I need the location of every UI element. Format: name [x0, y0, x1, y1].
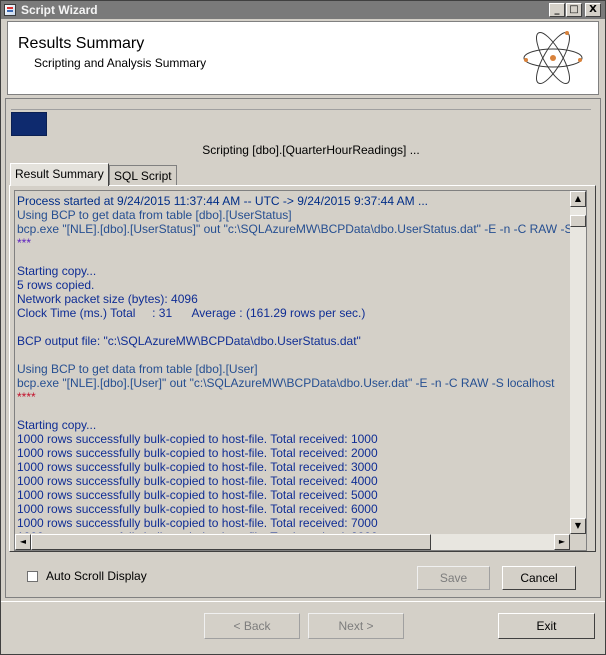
scroll-down-icon[interactable]: ▼ [570, 518, 586, 534]
script-wizard-window: Script Wizard _ □ X Results Summary Scri… [0, 0, 606, 655]
log-line: BCP output file: "c:\SQLAzureMW\BCPData\… [17, 334, 361, 348]
close-button[interactable]: X [585, 3, 601, 17]
log-line: 1000 rows successfully bulk-copied to ho… [17, 432, 378, 446]
tab-sql-script[interactable]: SQL Script [109, 165, 177, 185]
log-line: Clock Time (ms.) Total : 31 Average : (1… [17, 306, 366, 320]
scroll-up-icon[interactable]: ▲ [570, 191, 586, 207]
log-line: 1000 rows successfully bulk-copied to ho… [17, 530, 571, 533]
footer-separator [1, 601, 605, 602]
log-line: Starting copy... [17, 418, 97, 432]
auto-scroll-option[interactable]: Auto Scroll Display [27, 569, 147, 583]
log-line: 1000 rows successfully bulk-copied to ho… [17, 460, 378, 474]
vertical-scroll-thumb[interactable] [570, 215, 586, 227]
vertical-scrollbar[interactable]: ▲ ▼ [570, 191, 586, 534]
log-line: Network packet size (bytes): 4096 [17, 292, 198, 306]
app-icon [4, 4, 16, 16]
log-line: Process started at 9/24/2015 11:37:44 AM… [17, 194, 429, 208]
horizontal-scroll-thumb[interactable] [31, 534, 431, 550]
log-line: **** [17, 390, 36, 404]
scripting-status: Scripting [dbo].[QuarterHourReadings] ..… [202, 143, 420, 157]
header-title: Results Summary [18, 35, 145, 52]
tab-result-summary[interactable]: Result Summary [10, 163, 109, 186]
maximize-button[interactable]: □ [566, 3, 582, 17]
back-button[interactable]: < Back [204, 613, 300, 639]
title-bar[interactable]: Script Wizard _ □ X [1, 1, 605, 19]
log-line: *** [17, 236, 32, 250]
atom-logo-icon [523, 31, 583, 85]
scrollbar-corner [570, 534, 586, 550]
log-line: 5 rows copied. [17, 278, 95, 292]
progress-indicator [11, 112, 47, 136]
next-button[interactable]: Next > [308, 613, 404, 639]
log-line: bcp.exe "[NLE].[dbo].[User]" out "c:\SQL… [17, 376, 555, 390]
log-text: Process started at 9/24/2015 11:37:44 AM… [17, 194, 571, 533]
log-line: 1000 rows successfully bulk-copied to ho… [17, 474, 378, 488]
save-button[interactable]: Save [417, 566, 490, 590]
cancel-button[interactable]: Cancel [502, 566, 576, 590]
log-line: 1000 rows successfully bulk-copied to ho… [17, 502, 378, 516]
log-line: Starting copy... [17, 264, 97, 278]
exit-button[interactable]: Exit [498, 613, 595, 639]
log-line: Using BCP to get data from table [dbo].[… [17, 362, 258, 376]
header-divider [11, 109, 591, 110]
horizontal-scrollbar[interactable]: ◄ ► [15, 534, 570, 550]
log-line: bcp.exe "[NLE].[dbo].[UserStatus]" out "… [17, 222, 571, 236]
header-subtitle: Scripting and Analysis Summary [34, 56, 207, 70]
auto-scroll-checkbox[interactable] [27, 571, 38, 582]
window-title: Script Wizard [21, 3, 98, 17]
scroll-right-icon[interactable]: ► [554, 534, 570, 550]
log-line: Using BCP to get data from table [dbo].[… [17, 208, 292, 222]
wizard-header: Results Summary Scripting and Analysis S… [7, 21, 599, 95]
scroll-left-icon[interactable]: ◄ [15, 534, 31, 550]
result-log[interactable]: Process started at 9/24/2015 11:37:44 AM… [14, 190, 587, 551]
minimize-button[interactable]: _ [549, 3, 565, 17]
log-line: 1000 rows successfully bulk-copied to ho… [17, 488, 378, 502]
auto-scroll-label: Auto Scroll Display [46, 569, 147, 583]
log-line: 1000 rows successfully bulk-copied to ho… [17, 446, 378, 460]
log-line: 1000 rows successfully bulk-copied to ho… [17, 516, 378, 530]
